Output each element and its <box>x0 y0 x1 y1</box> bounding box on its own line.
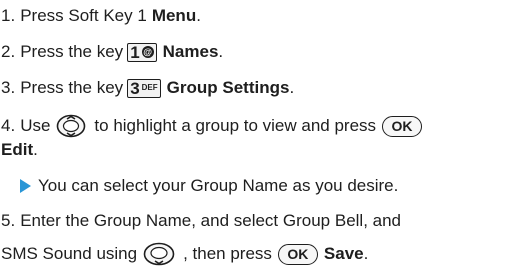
step-text: Press the key <box>20 42 124 61</box>
names-label: Names <box>162 42 219 61</box>
step-number: 3. <box>1 78 16 97</box>
nav-down-icon <box>143 242 175 266</box>
step-text: Press Soft Key 1 <box>20 6 147 25</box>
step-3: 3. Press the key 3 DEF Group Settings . <box>1 78 295 98</box>
step-number: 1. <box>1 6 16 25</box>
step-number: 2. <box>1 42 16 61</box>
note-text: You can select your Group Name as you de… <box>38 176 399 195</box>
step-number: 4. <box>1 116 16 135</box>
step-text: Enter the Group Name, and select Group B… <box>20 211 402 230</box>
step-4-cont: Edit . <box>1 140 38 159</box>
step-2: 2. Press the key 1 @ Names . <box>1 42 224 62</box>
step-number: 5. <box>1 211 16 230</box>
key-1-icon: 1 @ <box>127 42 157 62</box>
step-text: SMS Sound using <box>1 244 138 263</box>
step-5-cont: SMS Sound using , then press OK Save . <box>1 242 368 266</box>
nav-up-down-icon <box>57 114 86 138</box>
step-text: Press the key <box>20 78 124 97</box>
ok-key-icon: OK <box>382 115 423 137</box>
step-5: 5. Enter the Group Name, and select Grou… <box>1 211 401 231</box>
menu-label: Menu <box>151 6 197 25</box>
step-text: Use <box>20 116 51 135</box>
key-3-icon: 3 DEF <box>127 78 161 98</box>
step-4: 4. Use to highlight a group to view and … <box>1 114 428 138</box>
edit-label: Edit <box>1 140 34 159</box>
step-text: , then press <box>183 244 272 263</box>
arrow-bullet-icon <box>20 179 31 193</box>
note: You can select your Group Name as you de… <box>20 176 398 196</box>
save-label: Save <box>323 244 364 263</box>
step-1: 1. Press Soft Key 1 Menu . <box>1 6 201 25</box>
step-text: to highlight a group to view and press <box>94 116 377 135</box>
ok-key-icon: OK <box>277 243 318 265</box>
group-settings-label: Group Settings <box>166 78 290 97</box>
